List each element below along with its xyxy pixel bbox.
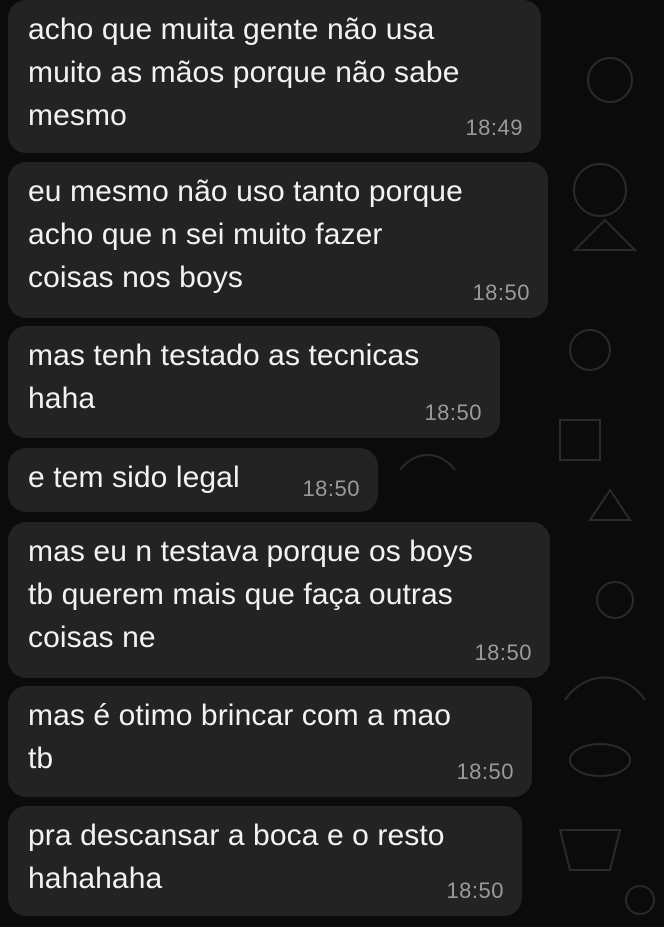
- message-timestamp: 18:49: [465, 115, 523, 140]
- message-bubble[interactable]: mas é otimo brincar com a mao tb 18:50: [8, 686, 532, 797]
- message-text: acho que muita gente não usa muito as mã…: [28, 13, 460, 132]
- message-bubble[interactable]: acho que muita gente não usa muito as mã…: [8, 0, 541, 153]
- message-timestamp: 18:50: [424, 400, 482, 425]
- message-text: mas eu n testava porque os boys tb quere…: [28, 535, 474, 654]
- message-timestamp: 18:50: [446, 878, 504, 903]
- message-text: pra descansar a boca e o resto hahahaha: [28, 819, 445, 895]
- message-timestamp: 18:50: [456, 759, 514, 784]
- message-text: mas tenh testado as tecnicas haha: [28, 339, 420, 415]
- message-timestamp: 18:50: [472, 280, 530, 305]
- message-bubble[interactable]: e tem sido legal 18:50: [8, 448, 378, 512]
- message-bubble[interactable]: mas tenh testado as tecnicas haha 18:50: [8, 326, 500, 438]
- message-timestamp: 18:50: [474, 640, 532, 665]
- message-text: eu mesmo não uso tanto porque acho que n…: [28, 175, 463, 294]
- message-bubble[interactable]: pra descansar a boca e o resto hahahaha …: [8, 806, 522, 916]
- chat-view[interactable]: acho que muita gente não usa muito as mã…: [0, 0, 664, 927]
- message-bubble[interactable]: mas eu n testava porque os boys tb quere…: [8, 522, 550, 678]
- message-bubble[interactable]: eu mesmo não uso tanto porque acho que n…: [8, 162, 548, 318]
- message-timestamp: 18:50: [302, 476, 360, 501]
- message-text: mas é otimo brincar com a mao tb: [28, 699, 452, 775]
